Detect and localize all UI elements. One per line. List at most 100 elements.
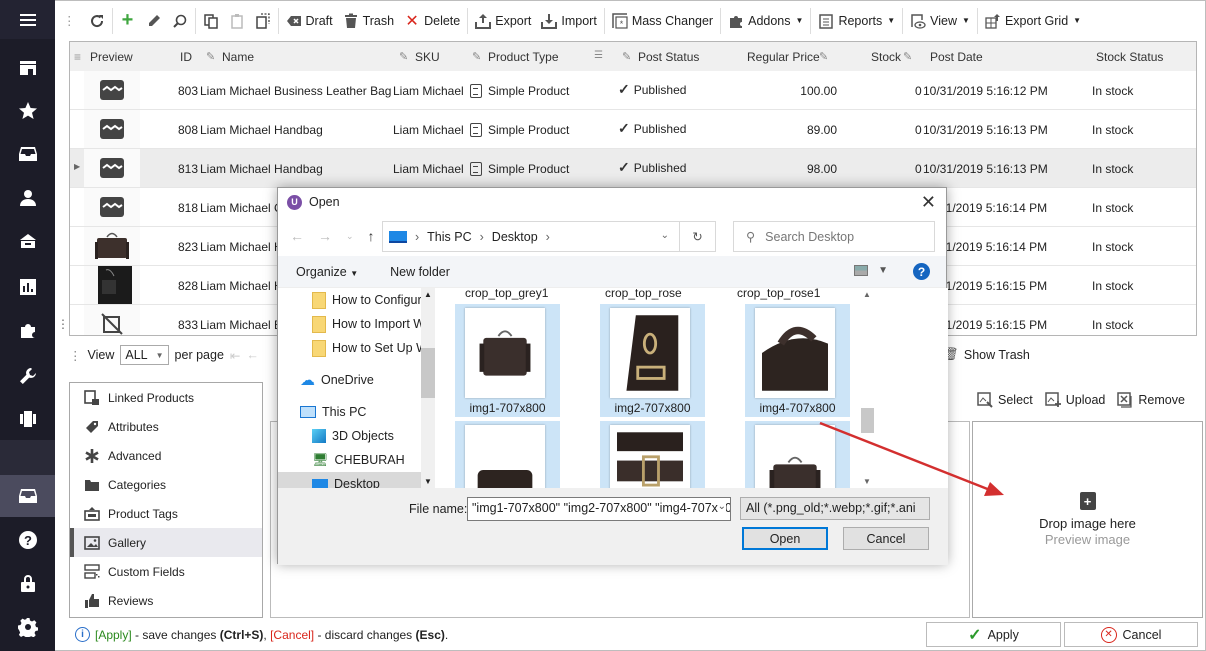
stock-cell[interactable]: 0 [915,162,922,176]
stock-status-cell[interactable]: In stock [1092,279,1133,293]
post-date-cell[interactable]: 31/2019 5:16:14 PM [939,201,1047,215]
regular-price-cell[interactable]: 100.00 [770,84,837,98]
post-status-cell[interactable]: ✓ Published [618,159,686,176]
col-stock[interactable]: Stock [871,50,901,64]
sku-cell[interactable]: Liam Michael [393,162,464,176]
post-status-cell[interactable]: ✓ Published [618,81,686,98]
recent-dropdown[interactable]: ⌄ [346,231,354,242]
sidebar-item-store[interactable] [0,48,55,87]
sidebar-item-tools[interactable] [0,356,55,395]
column-chooser-icon[interactable]: ≡ [74,50,81,64]
apply-button[interactable]: ✓ Apply [926,622,1061,647]
col-name[interactable]: Name [222,50,254,64]
sidebar-item-help[interactable]: ? [0,520,55,559]
sidebar-item-customers[interactable] [0,178,55,217]
dialog-cancel-button[interactable]: Cancel [843,527,929,550]
add-button[interactable]: + [115,7,141,35]
sidebar-item-products-active[interactable] [0,475,55,517]
name-cell[interactable]: Liam Michael Handbag [200,162,323,176]
trash-button[interactable]: Trash [338,7,400,35]
file-caption[interactable]: crop_top_grey1 [465,288,548,300]
chevron-down-icon[interactable]: ⌄ [661,230,669,241]
paste-button[interactable] [224,7,250,35]
name-cell[interactable]: Liam Michael Handbag [200,123,323,137]
select-image-button[interactable]: Select [977,392,1033,408]
file-name-input[interactable]: "img1-707x800" "img2-707x800" "img4-707x… [467,497,731,521]
address-bar[interactable]: › This PC › Desktop › ⌄ ↻ [382,221,716,252]
new-folder-button[interactable]: New folder [390,265,450,279]
forward-button[interactable]: → [318,228,332,244]
back-button[interactable]: ← [290,228,304,244]
image-drop-zone[interactable]: + Drop image here Preview image [972,421,1203,618]
view-dropdown[interactable]: View ▼ [905,7,975,35]
file-type-select[interactable]: All (*.png_old;*.webp;*.gif;*.ani [740,497,930,520]
sort-icon[interactable]: ☰ [594,50,603,61]
nav-item-gallery[interactable]: Gallery [70,528,262,557]
import-button[interactable]: Import [536,7,601,35]
change-view-button[interactable]: ▼ [854,265,888,276]
nav-item-advanced[interactable]: Advanced [70,441,262,470]
stock-cell[interactable]: 0 [915,84,922,98]
stock-status-cell[interactable]: In stock [1092,84,1133,98]
stock-cell[interactable]: 0 [915,123,922,137]
post-status-cell[interactable]: ✓ Published [618,120,686,137]
search-desktop-input[interactable]: ⚲ Search Desktop [733,221,935,252]
stock-status-cell[interactable]: In stock [1092,240,1133,254]
preview-cell[interactable] [84,149,140,187]
regular-price-cell[interactable]: 98.00 [770,162,837,176]
delete-button[interactable]: ✕ Delete [399,7,465,35]
tree-item[interactable]: How to Set Up W [278,336,435,360]
sidebar-item-reports[interactable] [0,267,55,306]
show-trash-button[interactable]: 🗑 Show Trash [943,347,1030,362]
table-row[interactable]: 808 Liam Michael Handbag Liam Michael Simpl… [70,110,1196,149]
nav-item-product-tags[interactable]: Product Tags [70,499,262,528]
product-type-cell[interactable]: Simple Product [470,84,569,98]
stock-status-cell[interactable]: In stock [1092,201,1133,215]
reports-dropdown[interactable]: Reports ▼ [813,7,900,35]
nav-item-custom-fields[interactable]: Custom Fields [70,557,262,586]
file-caption[interactable]: crop_top_rose [605,288,682,300]
name-cell[interactable]: Liam Michael H [200,240,283,254]
prev-page-button[interactable]: ← [246,348,259,362]
tree-item[interactable]: How to Configur [278,288,435,312]
sidebar-item-addons[interactable] [0,311,55,350]
sku-cell[interactable]: Liam Michael [393,123,464,137]
copy-button[interactable] [198,7,224,35]
up-button[interactable]: ↑ [368,228,375,244]
file-item[interactable] [455,421,560,488]
tree-item[interactable]: Desktop [278,472,435,488]
post-date-cell[interactable]: 10/31/2019 5:16:13 PM [923,162,1048,176]
post-date-cell[interactable]: 31/2019 5:16:15 PM [939,279,1047,293]
file-item[interactable] [600,421,705,488]
splitter-grip[interactable]: ⋮ [57,317,69,331]
regular-price-cell[interactable]: 89.00 [770,123,837,137]
name-cell[interactable]: Liam Michael H [200,279,283,293]
col-stock-status[interactable]: Stock Status [1096,50,1163,64]
preview-cell[interactable] [84,266,140,304]
tree-item[interactable]: ☁ OneDrive [278,368,435,392]
sku-cell[interactable]: Liam Michael [393,84,464,98]
sidebar-item-orders[interactable] [0,221,55,260]
col-id[interactable]: ID [180,50,192,64]
tree-item[interactable]: How to Import W [278,312,435,336]
table-row[interactable]: ▶ 813 Liam Michael Handbag Liam Michael Simp… [70,149,1196,188]
table-row[interactable]: 803 Liam Michael Business Leather Bag Liam… [70,71,1196,110]
pager-grip[interactable]: ⋮ [69,348,82,363]
preview-cell[interactable] [84,227,140,265]
post-date-cell[interactable]: 10/31/2019 5:16:12 PM [923,84,1048,98]
sidebar-item-favorites[interactable] [0,91,55,130]
cancel-button[interactable]: ✕ Cancel [1064,622,1198,647]
preview-cell[interactable] [84,188,140,226]
files-scrollbar[interactable]: ▲ ▼ [859,288,876,488]
col-post-date[interactable]: Post Date [930,50,983,64]
help-button[interactable]: ? [913,263,930,280]
first-page-button[interactable]: ⇤ [230,348,240,363]
tree-item[interactable]: 3D Objects [278,424,435,448]
name-cell[interactable]: Liam Michael Business Leather Bag [200,84,391,98]
refresh-button[interactable] [84,7,110,35]
export-grid-dropdown[interactable]: Export Grid ▼ [980,7,1086,35]
file-item[interactable] [745,421,850,488]
draft-button[interactable]: Draft [281,7,338,35]
tree-scrollbar[interactable]: ▲ ▼ [421,288,435,488]
col-preview[interactable]: Preview [90,50,133,64]
